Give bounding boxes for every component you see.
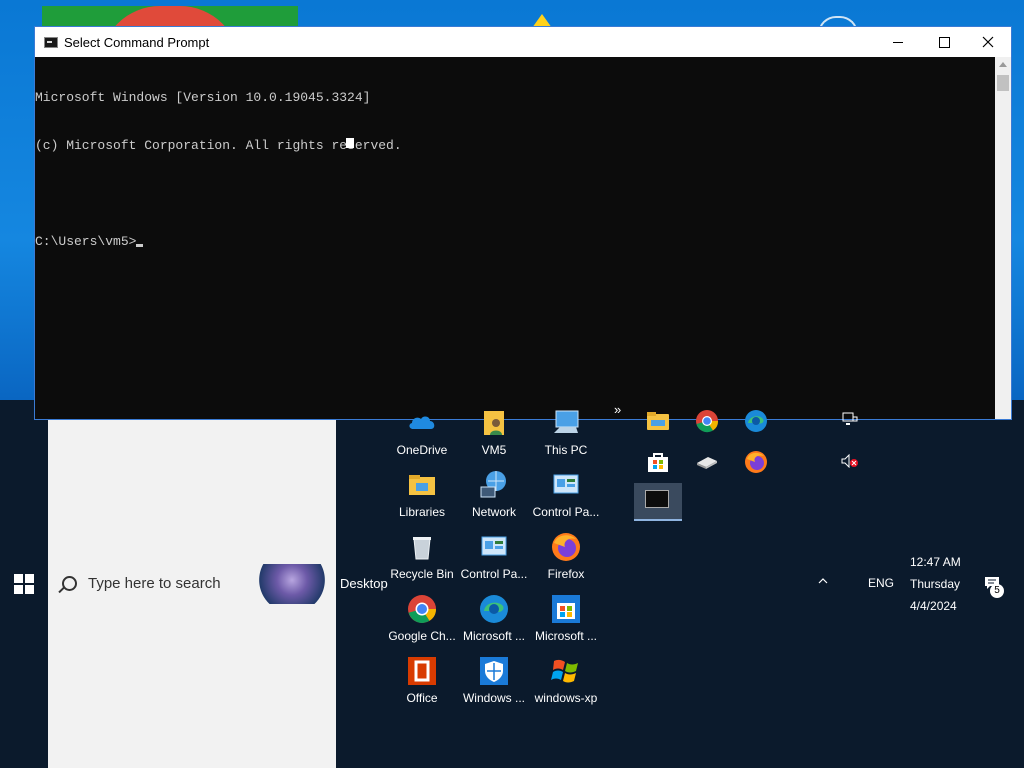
desktop-toolbar-item[interactable]: VM5 [458,407,530,457]
mouse-cursor [346,138,354,148]
minimize-icon [893,41,903,43]
desktop-toolbar-item[interactable]: windows-xp [530,655,602,705]
scrollbar-thumb[interactable] [997,75,1009,91]
window-titlebar[interactable]: Select Command Prompt [35,27,1011,57]
cmd-app-icon[interactable] [44,36,58,48]
console-prompt: C:\Users\vm5> [35,234,137,249]
cmd-app-icon [645,490,669,508]
store-icon[interactable] [645,449,671,475]
store-icon [550,593,582,625]
taskbar-item-command-prompt[interactable] [634,483,682,521]
network-icon[interactable] [842,412,858,426]
desktop-toolbar-item[interactable]: Microsoft ... [458,593,530,643]
scroll-up-arrow-icon[interactable] [999,62,1007,67]
office-icon [406,655,438,687]
windows-logo-icon [14,585,23,594]
windows-logo-icon [14,574,23,583]
start-button[interactable] [14,574,34,594]
close-button[interactable] [965,27,1011,57]
close-icon [982,36,994,48]
maximize-button[interactable] [921,27,967,57]
console-line: Microsoft Windows [Version 10.0.19045.33… [35,90,371,105]
desktop-toolbar-item-label: Windows ... [462,691,525,705]
text-cursor [136,244,144,247]
desktop-toolbar-item-label: Microsoft ... [462,629,525,643]
onedrive-icon [406,407,438,439]
window-title: Select Command Prompt [64,34,210,50]
desktop-toolbar-item-label: VM5 [481,443,507,457]
windows-logo-icon [25,585,34,594]
console-output[interactable]: Microsoft Windows [Version 10.0.19045.33… [35,57,995,420]
maximize-icon [938,36,950,48]
desktop-toolbar-item[interactable]: Recycle Bin [386,531,458,581]
windows-security-icon [478,655,510,687]
desktop-toolbar-item-label: OneDrive [396,443,448,457]
recycle-bin-icon [406,531,438,563]
desktop-toolbar-item-label: Network [471,505,516,519]
minimize-button[interactable] [875,27,921,57]
vertical-scrollbar[interactable] [995,57,1011,419]
desktop-toolbar-item[interactable]: This PC [530,407,602,457]
desktop-toolbar-item[interactable]: Microsoft ... [530,593,602,643]
edge-icon[interactable] [743,408,769,434]
desktop-toolbar-item[interactable]: Google Ch... [386,593,458,643]
command-prompt-window[interactable]: Select Command Prompt Microsoft Windows … [34,26,1012,420]
search-placeholder: Type here to search [88,575,221,592]
desktop-toolbar-item[interactable]: Network [458,469,530,519]
desktop-toolbar-item-label: Recycle Bin [390,567,454,581]
notification-count-badge: 5 [990,584,1004,598]
taskbar-search-box[interactable]: Type here to search [48,560,336,608]
desktop-toolbar-item-label: Firefox [547,567,585,581]
edge-icon [478,593,510,625]
desktop-toolbar-item[interactable]: Control Pa... [530,469,602,519]
desktop-toolbar-item-label: Microsoft ... [534,629,597,643]
search-highlight-image[interactable] [256,564,336,604]
desktop-toolbar-item[interactable]: Libraries [386,469,458,519]
firefox-icon[interactable] [743,449,769,475]
show-hidden-icons-chevron-icon[interactable] [818,576,828,586]
user-folder-icon [478,407,510,439]
input-language-indicator[interactable]: ENG [868,576,894,590]
desktop-toolbar-label[interactable]: Desktop [340,576,388,591]
console-prompt-line[interactable]: C:\Users\vm5> [35,234,995,250]
clock-time[interactable]: 12:47 AM [910,555,961,569]
network-icon [478,469,510,501]
desktop-toolbar-item-label: windows-xp [534,691,598,705]
firefox-icon [550,531,582,563]
control-panel-icon [550,469,582,501]
desktop-toolbar-item[interactable]: Windows ... [458,655,530,705]
clock-date[interactable]: 4/4/2024 [910,599,957,613]
desktop-toolbar-item[interactable]: Control Pa... [458,531,530,581]
chrome-icon [406,593,438,625]
desktop-toolbar-item-label: Libraries [398,505,446,519]
clock-day[interactable]: Thursday [910,577,960,591]
desktop-toolbar-item-label: This PC [544,443,588,457]
desktop-toolbar-item-label: Control Pa... [460,567,528,581]
control-panel-icon [478,531,510,563]
toolbar-overflow-chevron[interactable]: » [614,402,621,417]
desktop-toolbar-item[interactable]: OneDrive [386,407,458,457]
usb-drive-icon[interactable] [694,449,720,475]
desktop-toolbar-item[interactable]: Office [386,655,458,705]
desktop-toolbar-item[interactable]: Firefox [530,531,602,581]
console-line: (c) Microsoft Corporation. All rights re… [35,138,402,153]
this-pc-icon [550,407,582,439]
desktop-toolbar-item-label: Office [406,691,438,705]
file-explorer-icon[interactable] [645,408,671,434]
chrome-icon[interactable] [694,408,720,434]
desktop-toolbar-item-label: Google Ch... [388,629,456,643]
windows-logo-icon [25,574,34,583]
desktop-toolbar-item-label: Control Pa... [532,505,600,519]
libraries-icon [406,469,438,501]
volume-muted-icon[interactable] [841,454,859,468]
search-icon [62,576,77,591]
windows-xp-icon [550,655,582,687]
